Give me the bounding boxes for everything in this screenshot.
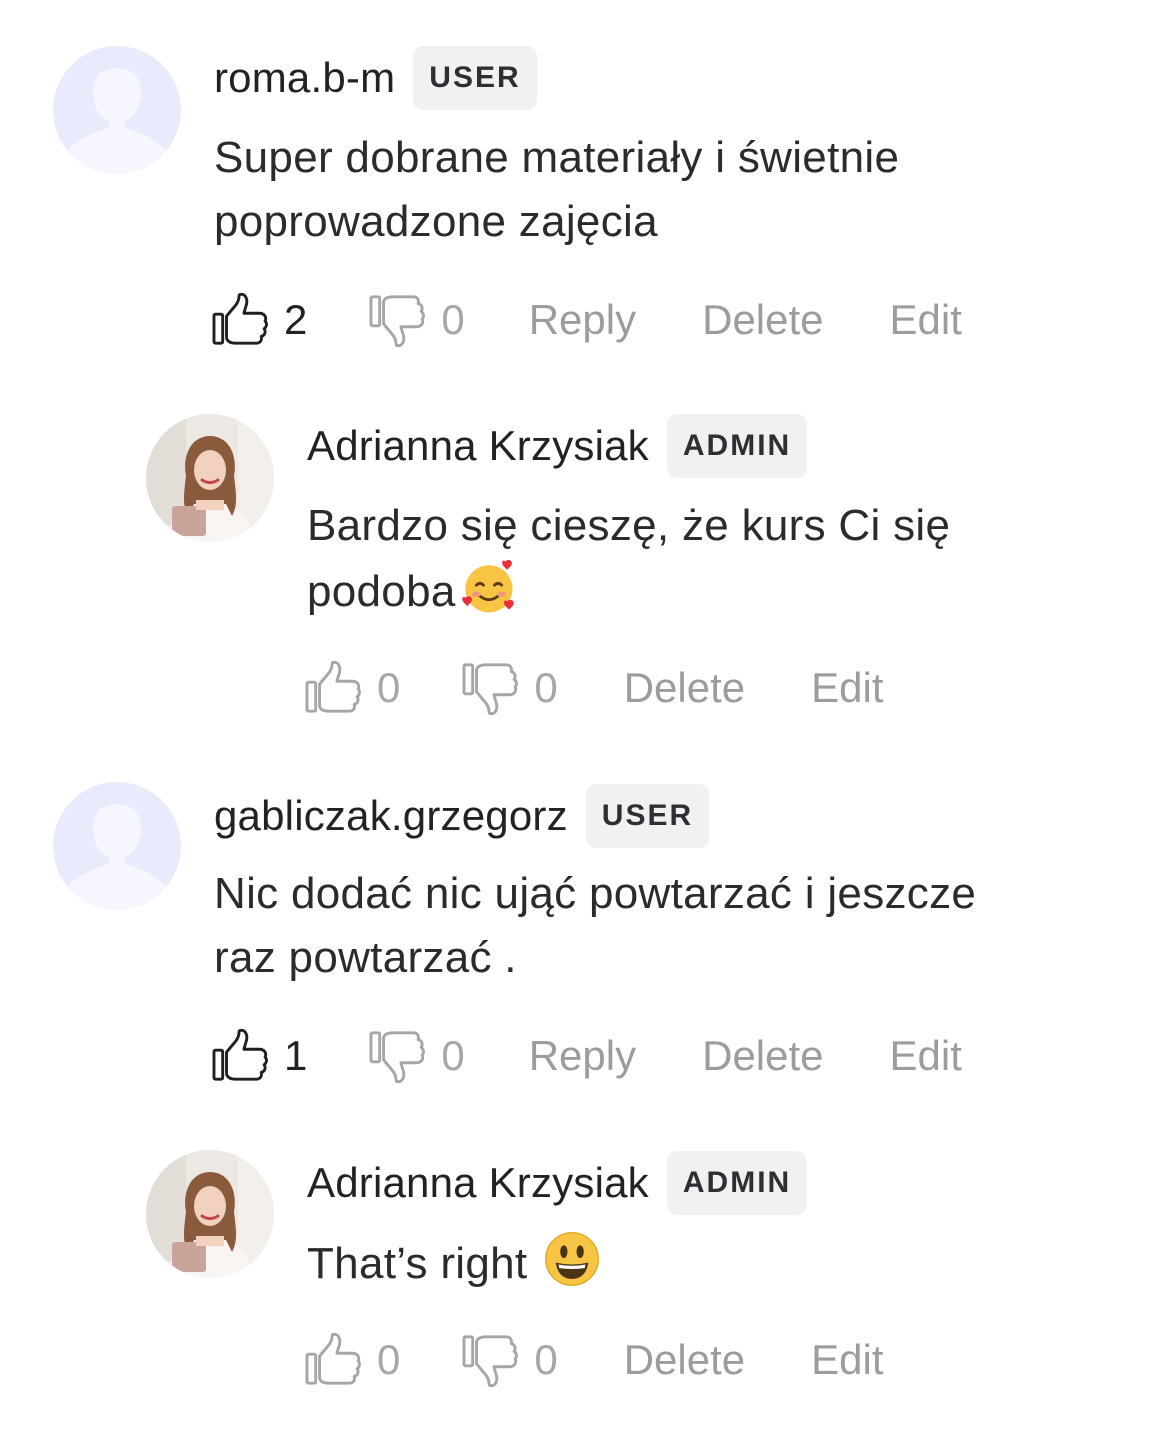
comment-header: roma.b-m USER bbox=[214, 46, 537, 110]
dislike-button[interactable]: 0 bbox=[462, 1328, 558, 1392]
role-badge: USER bbox=[413, 46, 537, 110]
admin-avatar bbox=[146, 414, 274, 542]
comment-actions: 1 0 Reply Delete Edit bbox=[212, 1024, 962, 1088]
delete-button[interactable]: Delete bbox=[702, 296, 823, 344]
dislike-button[interactable]: 0 bbox=[462, 656, 558, 720]
comment-header: Adrianna Krzysiak ADMIN bbox=[307, 414, 808, 478]
thumbs-up-icon bbox=[212, 293, 270, 347]
comment-actions: 0 0 Delete Edit bbox=[305, 656, 884, 720]
like-button[interactable]: 2 bbox=[212, 288, 307, 352]
like-count: 2 bbox=[284, 296, 308, 343]
like-button[interactable]: 0 bbox=[305, 656, 400, 720]
thumbs-up-icon bbox=[305, 661, 363, 715]
edit-button[interactable]: Edit bbox=[811, 664, 883, 712]
author-name: gabliczak.grzegorz bbox=[214, 792, 568, 839]
like-count: 1 bbox=[284, 1032, 308, 1079]
comment-header: Adrianna Krzysiak ADMIN bbox=[307, 1151, 808, 1215]
thumbs-down-icon bbox=[462, 1333, 520, 1387]
dislike-count: 0 bbox=[441, 296, 465, 343]
grinning-face-icon bbox=[543, 1230, 601, 1288]
author-name: Adrianna Krzysiak bbox=[307, 1159, 649, 1206]
delete-button[interactable]: Delete bbox=[702, 1032, 823, 1080]
like-button[interactable]: 0 bbox=[305, 1328, 400, 1392]
comment-text: Super dobrane materiały i świetnie popro… bbox=[214, 133, 900, 246]
comment-actions: 2 0 Reply Delete Edit bbox=[212, 288, 962, 352]
default-avatar-icon bbox=[53, 46, 181, 174]
default-avatar-icon bbox=[53, 782, 181, 910]
thumbs-down-icon bbox=[462, 661, 520, 715]
thumbs-down-icon bbox=[369, 1029, 427, 1083]
role-badge: ADMIN bbox=[666, 1151, 808, 1215]
author-name: roma.b-m bbox=[214, 54, 396, 101]
smiling-face-with-hearts-icon bbox=[460, 558, 518, 616]
thumbs-down-icon bbox=[369, 293, 427, 347]
edit-button[interactable]: Edit bbox=[811, 1336, 883, 1384]
dislike-count: 0 bbox=[534, 664, 558, 711]
role-badge: ADMIN bbox=[666, 414, 808, 478]
comment-text: That’s right bbox=[307, 1230, 601, 1296]
reply-button[interactable]: Reply bbox=[529, 296, 636, 344]
dislike-button[interactable]: 0 bbox=[369, 1024, 465, 1088]
comment-text: Bardzo się cieszę, że kurs Ci się podoba bbox=[307, 494, 950, 624]
edit-button[interactable]: Edit bbox=[890, 1032, 962, 1080]
comment-text-content: That’s right bbox=[307, 1239, 528, 1288]
comment-header: gabliczak.grzegorz USER bbox=[214, 784, 710, 848]
dislike-button[interactable]: 0 bbox=[369, 288, 465, 352]
thumbs-up-icon bbox=[212, 1029, 270, 1083]
comment-actions: 0 0 Delete Edit bbox=[305, 1328, 884, 1392]
dislike-count: 0 bbox=[441, 1032, 465, 1079]
like-count: 0 bbox=[377, 1336, 401, 1383]
comment-text-content: Bardzo się cieszę, że kurs Ci się podoba bbox=[307, 501, 951, 616]
author-name: Adrianna Krzysiak bbox=[307, 422, 649, 469]
delete-button[interactable]: Delete bbox=[624, 664, 745, 712]
role-badge: USER bbox=[585, 784, 710, 848]
admin-avatar bbox=[146, 1150, 274, 1278]
delete-button[interactable]: Delete bbox=[624, 1336, 745, 1384]
thumbs-up-icon bbox=[305, 1333, 363, 1387]
like-button[interactable]: 1 bbox=[212, 1024, 307, 1088]
comment-text: Nic dodać nic ująć powtarzać i jeszcze r… bbox=[214, 869, 977, 982]
like-count: 0 bbox=[377, 664, 401, 711]
edit-button[interactable]: Edit bbox=[890, 296, 962, 344]
reply-button[interactable]: Reply bbox=[529, 1032, 636, 1080]
dislike-count: 0 bbox=[534, 1336, 558, 1383]
